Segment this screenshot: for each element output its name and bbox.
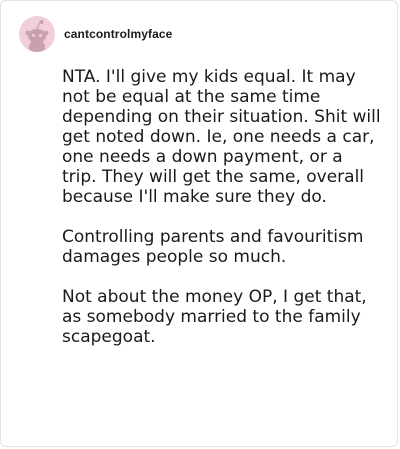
comment-paragraph: Not about the money OP, I get that, as s… <box>62 287 367 347</box>
comment-paragraph: Controlling parents and favouritism dama… <box>62 227 364 267</box>
comment-body: NTA. I'll give my kids equal. It may not… <box>62 67 382 347</box>
comment-paragraph: NTA. I'll give my kids equal. It may not… <box>62 67 381 207</box>
comment-card: cantcontrolmyface NTA. I'll give my kids… <box>0 0 398 447</box>
comment-header: cantcontrolmyface <box>19 16 172 52</box>
user-avatar[interactable] <box>19 16 55 52</box>
username[interactable]: cantcontrolmyface <box>64 27 172 41</box>
reddit-snoo-avatar-icon <box>19 16 55 52</box>
